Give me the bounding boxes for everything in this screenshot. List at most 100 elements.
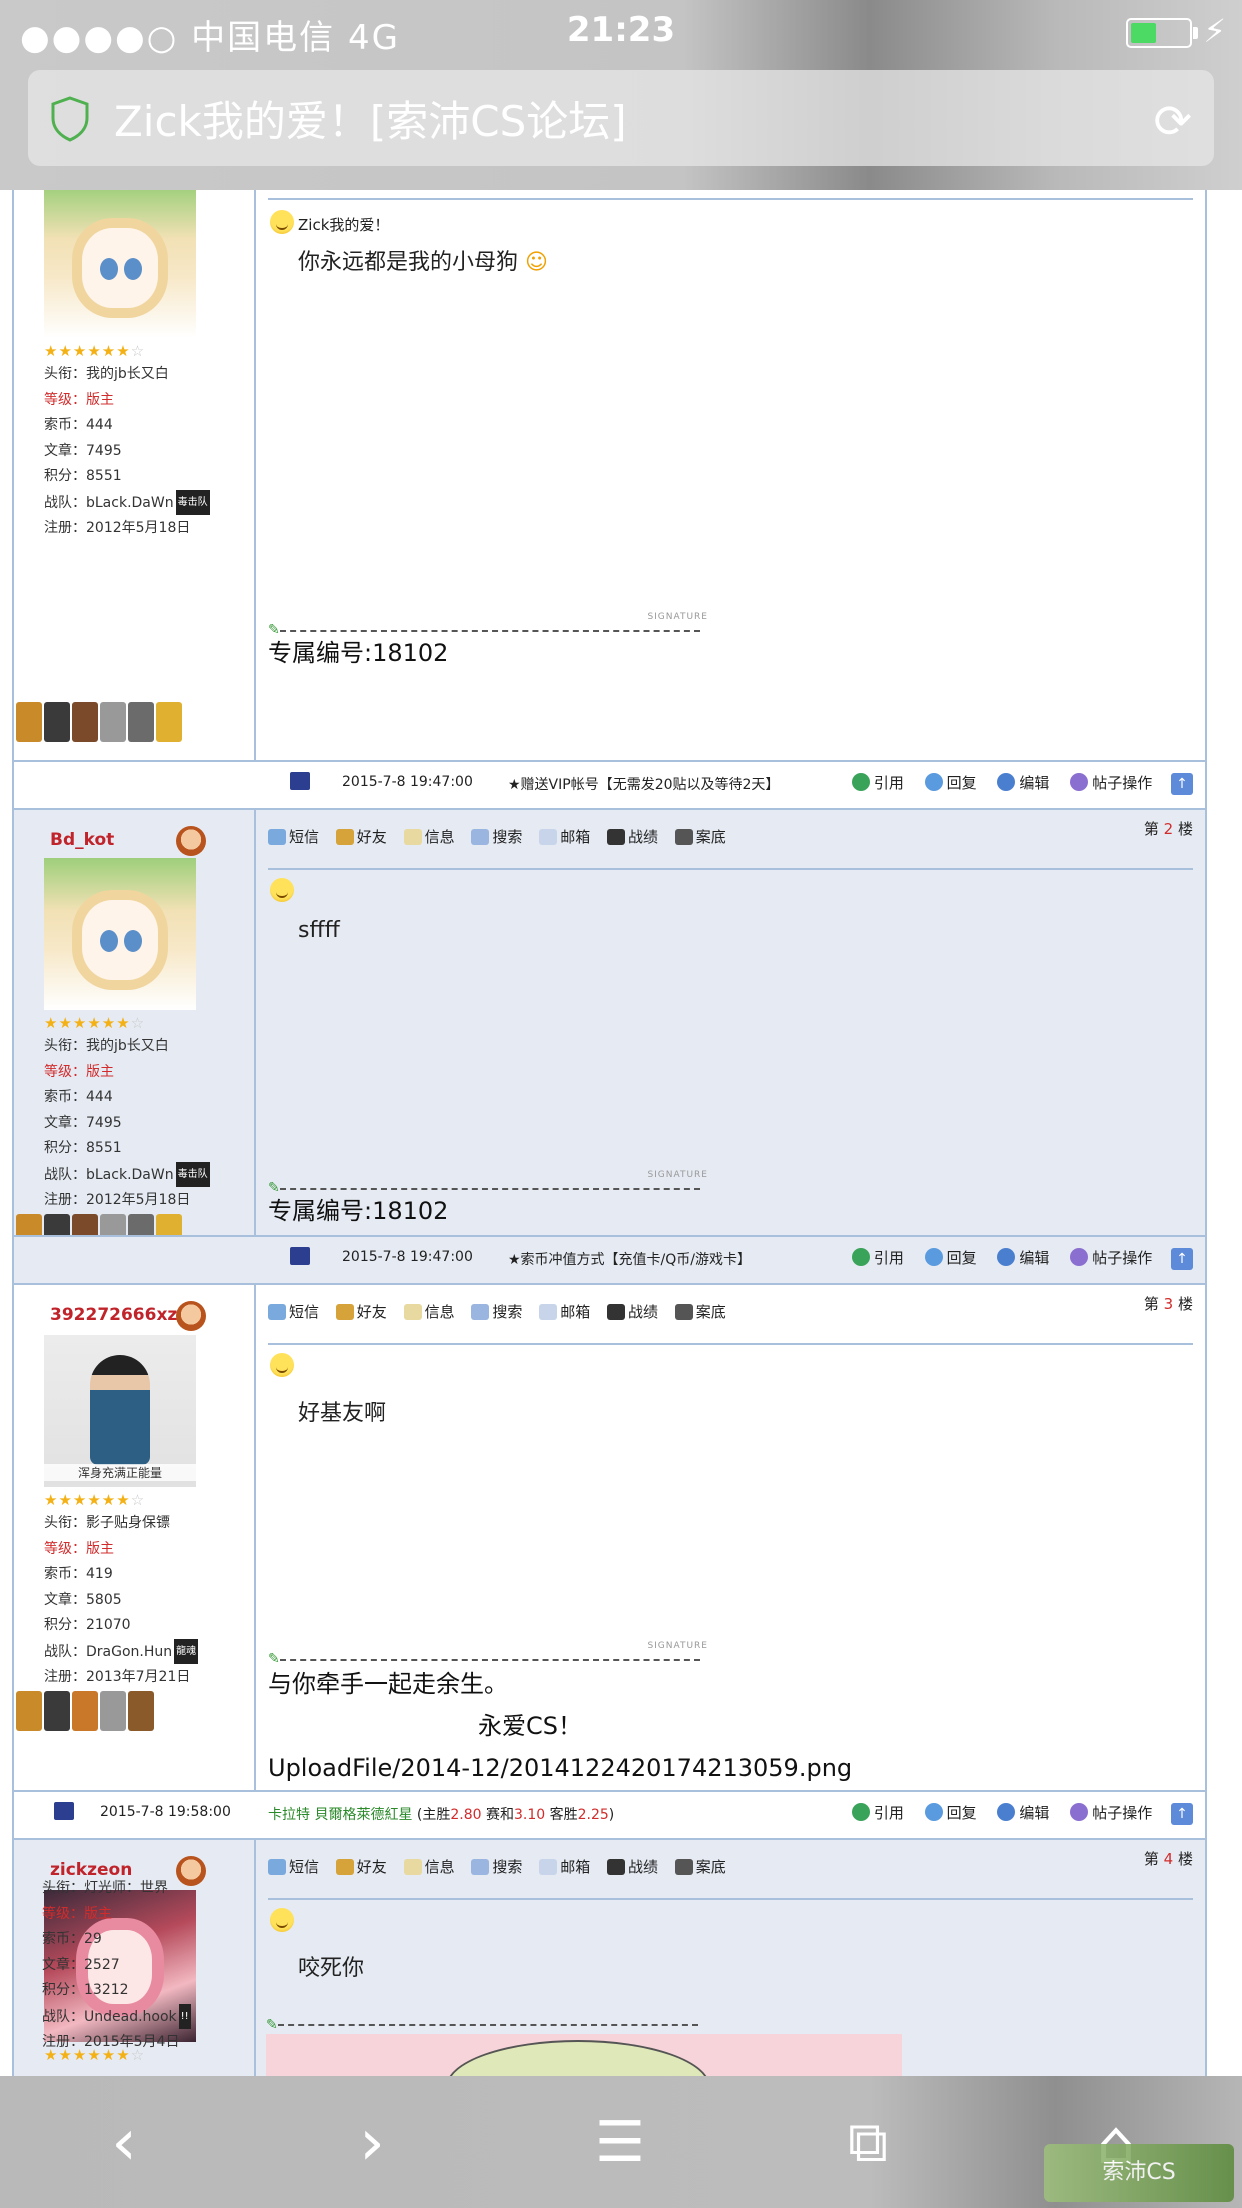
info-button[interactable]: 信息 — [403, 1303, 455, 1321]
edit-button[interactable]: 编辑 — [997, 1803, 1049, 1822]
floor-number: 第 3 楼 — [1143, 1295, 1193, 1313]
mail-button[interactable]: 邮箱 — [539, 828, 590, 846]
post-content: 咬死你 — [298, 1956, 365, 1981]
post-body: 短信 好友 信息 搜索 邮箱 战绩 案底 第 3 楼 好基友啊 ✎ SIGNATU… — [256, 1285, 1205, 1792]
case-button[interactable]: 案底 — [674, 1858, 726, 1876]
post-body: 短信 好友 信息 搜索 邮箱 战绩 案底 第 2 楼 sffff ✎ SIGNAT… — [256, 810, 1205, 1237]
friend-button[interactable]: 好友 — [335, 1858, 387, 1876]
user-avatar[interactable] — [44, 858, 196, 1010]
back-to-top-icon[interactable]: ↑ — [1171, 1248, 1193, 1270]
sms-button[interactable]: 短信 — [268, 1858, 319, 1876]
avatar-caption: 浑身充满正能量 — [44, 1464, 196, 1481]
post-actions: 引用 回复 编辑 帖子操作 ↑ — [836, 1247, 1193, 1270]
reload-icon[interactable]: ⟳ — [1153, 94, 1192, 148]
post-content: 好基友啊 — [298, 1401, 387, 1426]
user-info: 头衔：我的jb长又白 等级：版主 索币：444 文章：7495 积分：8551 … — [44, 1038, 210, 1208]
site-watermark: 索沛CS — [1044, 2144, 1234, 2202]
search-button[interactable]: 搜索 — [471, 828, 522, 846]
tabs-button[interactable]: ⧉ — [828, 2108, 908, 2178]
quote-button[interactable]: 引用 — [851, 1248, 904, 1267]
floor-number: 第 4 楼 — [1143, 1850, 1193, 1868]
address-bar[interactable]: Zick我的爱！[索沛CS论坛] ⟳ — [28, 70, 1214, 166]
post-actions: 引用 回复 编辑 帖子操作 ↑ — [836, 772, 1193, 795]
floor-number: 第 2 楼 — [1143, 820, 1193, 838]
post-footer-note[interactable]: ★赠送VIP帐号【无需发20贴以及等待2天】 — [508, 774, 779, 794]
post-content: sffff — [298, 918, 340, 943]
computer-icon — [54, 1802, 74, 1820]
gender-icon — [176, 1301, 206, 1331]
user-avatar[interactable]: 浑身充满正能量 — [44, 1335, 196, 1487]
quote-button[interactable]: 引用 — [851, 773, 904, 792]
computer-icon — [290, 772, 310, 790]
stats-button[interactable]: 战绩 — [606, 1858, 658, 1876]
smile-icon — [270, 1908, 294, 1932]
username[interactable]: Bd_kot — [50, 830, 114, 850]
sms-button[interactable]: 短信 — [268, 828, 319, 846]
team-badge: 龍魂 — [174, 1638, 199, 1664]
stats-button[interactable]: 战绩 — [606, 828, 658, 846]
gender-icon — [176, 826, 206, 856]
reply-button[interactable]: 回复 — [924, 1803, 977, 1822]
info-button[interactable]: 信息 — [403, 828, 455, 846]
status-bar: ●●●●○ 中国电信 4G 21:23 ⚡ — [0, 8, 1242, 58]
post-footer-note[interactable]: ★索币冲值方式【充值卡/Q币/游戏卡】 — [508, 1249, 751, 1269]
username[interactable]: 392272666xzy — [50, 1305, 188, 1325]
rating-stars: ★★★★★★☆ — [44, 1014, 146, 1032]
reply-button[interactable]: 回复 — [924, 773, 977, 792]
search-button[interactable]: 搜索 — [471, 1858, 522, 1876]
sms-button[interactable]: 短信 — [268, 1303, 319, 1321]
computer-icon — [290, 1247, 310, 1265]
team-badge: !! — [178, 2003, 191, 2029]
reply-button[interactable]: 回复 — [924, 1248, 977, 1267]
post-footer: 2015-7-8 19:47:00 ★赠送VIP帐号【无需发20贴以及等待2天】… — [14, 760, 1205, 808]
post-title: Zick我的爱！ — [298, 216, 390, 234]
mail-button[interactable]: 邮箱 — [539, 1303, 590, 1321]
post-footer-note[interactable]: 卡拉特 貝爾格萊德紅星 (主胜2.80 赛和3.10 客胜2.25) — [268, 1804, 614, 1824]
back-button[interactable]: ‹ — [84, 2108, 164, 2178]
post-date: 2015-7-8 19:47:00 — [342, 774, 473, 790]
quote-button[interactable]: 引用 — [851, 1803, 904, 1822]
clock: 21:23 — [566, 10, 676, 50]
edit-button[interactable]: 编辑 — [997, 773, 1049, 792]
rating-stars: ★★★★★★☆ — [44, 1491, 146, 1509]
browser-bottom-bar: ‹ › ☰ ⧉ ⌂ 索沛CS — [0, 2076, 1242, 2208]
signature-image — [266, 2034, 902, 2076]
medals — [14, 1691, 254, 1733]
medals — [14, 702, 254, 744]
signature-divider: ✎ — [266, 2014, 726, 2033]
case-button[interactable]: 案底 — [674, 1303, 726, 1321]
forward-button[interactable]: › — [332, 2108, 412, 2178]
user-toolbar: 短信 好友 信息 搜索 邮箱 战绩 案底 — [268, 1301, 738, 1322]
post-date: 2015-7-8 19:58:00 — [100, 1804, 231, 1820]
forum-post: 392272666xzy 浑身充满正能量 ★★★★★★☆ 头衔：影子贴身保镖 等… — [12, 1285, 1207, 1840]
user-info-post4: 头衔：灯光师：世界 等级：版主 索币：29 文章：2527 积分：13212 战… — [42, 1880, 191, 2050]
friend-button[interactable]: 好友 — [335, 1303, 387, 1321]
menu-button[interactable]: ☰ — [580, 2108, 660, 2178]
shield-icon — [51, 96, 89, 142]
forum-post: Bd_kot ★★★★★★☆ 头衔：我的jb长又白 等级：版主 索币：444 文… — [12, 810, 1207, 1285]
page-title: Zick我的爱！[索沛CS论坛] — [114, 97, 627, 146]
case-button[interactable]: 案底 — [674, 828, 726, 846]
mail-button[interactable]: 邮箱 — [539, 1858, 590, 1876]
smile-icon — [270, 1353, 294, 1377]
search-button[interactable]: 搜索 — [471, 1303, 522, 1321]
back-to-top-icon[interactable]: ↑ — [1171, 773, 1193, 795]
post-manage-button[interactable]: 帖子操作 — [1070, 1803, 1152, 1822]
team-badge: 毒击队 — [175, 489, 210, 515]
rating-stars: ★★★★★★☆ — [44, 342, 146, 360]
post-actions: 引用 回复 编辑 帖子操作 ↑ — [836, 1802, 1193, 1825]
stats-button[interactable]: 战绩 — [606, 1303, 658, 1321]
post-manage-button[interactable]: 帖子操作 — [1070, 773, 1152, 792]
user-sidebar: 392272666xzy 浑身充满正能量 ★★★★★★☆ 头衔：影子贴身保镖 等… — [14, 1285, 256, 1792]
back-to-top-icon[interactable]: ↑ — [1171, 1803, 1193, 1825]
forum-thread: ★★★★★★☆ 头衔：我的jb长又白 等级：版主 索币：444 文章：7495 … — [0, 190, 1242, 2076]
post-manage-button[interactable]: 帖子操作 — [1070, 1248, 1152, 1267]
user-sidebar: Bd_kot ★★★★★★☆ 头衔：我的jb长又白 等级：版主 索币：444 文… — [14, 810, 256, 1254]
friend-button[interactable]: 好友 — [335, 828, 387, 846]
info-button[interactable]: 信息 — [403, 1858, 455, 1876]
edit-button[interactable]: 编辑 — [997, 1248, 1049, 1267]
user-info: 头衔：我的jb长又白 等级：版主 索币：444 文章：7495 积分：8551 … — [44, 366, 210, 536]
charging-icon: ⚡ — [1203, 12, 1226, 50]
battery-icon — [1126, 18, 1198, 48]
user-toolbar: 短信 好友 信息 搜索 邮箱 战绩 案底 — [268, 1856, 738, 1877]
